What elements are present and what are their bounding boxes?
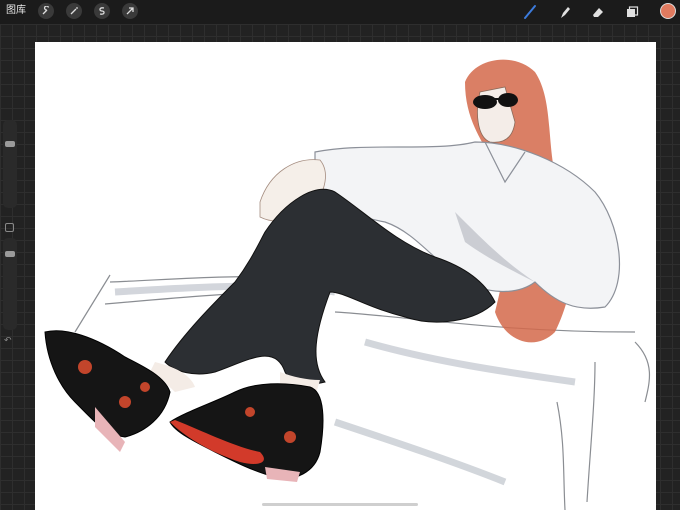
opacity-handle[interactable] (5, 250, 15, 257)
modify-button[interactable] (5, 223, 14, 232)
selection-icon[interactable] (94, 3, 110, 19)
top-toolbar: 图库 (0, 0, 680, 24)
brush-size-slider[interactable] (3, 120, 17, 208)
wrench-icon[interactable] (38, 3, 54, 19)
smudge-icon[interactable] (555, 2, 575, 22)
transform-arrow-icon[interactable] (122, 3, 138, 19)
right-boot (169, 383, 324, 482)
eraser-icon[interactable] (588, 2, 608, 22)
artwork-sketch (44, 59, 651, 510)
magic-wand-icon[interactable] (66, 3, 82, 19)
home-indicator (262, 503, 418, 506)
color-picker-button[interactable] (660, 3, 676, 19)
undo-icon[interactable]: ↶ (4, 336, 12, 346)
drawing-canvas[interactable] (35, 42, 656, 510)
layers-icon[interactable] (622, 2, 642, 22)
brush-size-handle[interactable] (5, 140, 15, 147)
brush-icon[interactable] (520, 2, 540, 22)
gallery-button[interactable]: 图库 (6, 4, 26, 18)
opacity-slider[interactable] (3, 238, 17, 330)
left-boot (44, 330, 171, 452)
